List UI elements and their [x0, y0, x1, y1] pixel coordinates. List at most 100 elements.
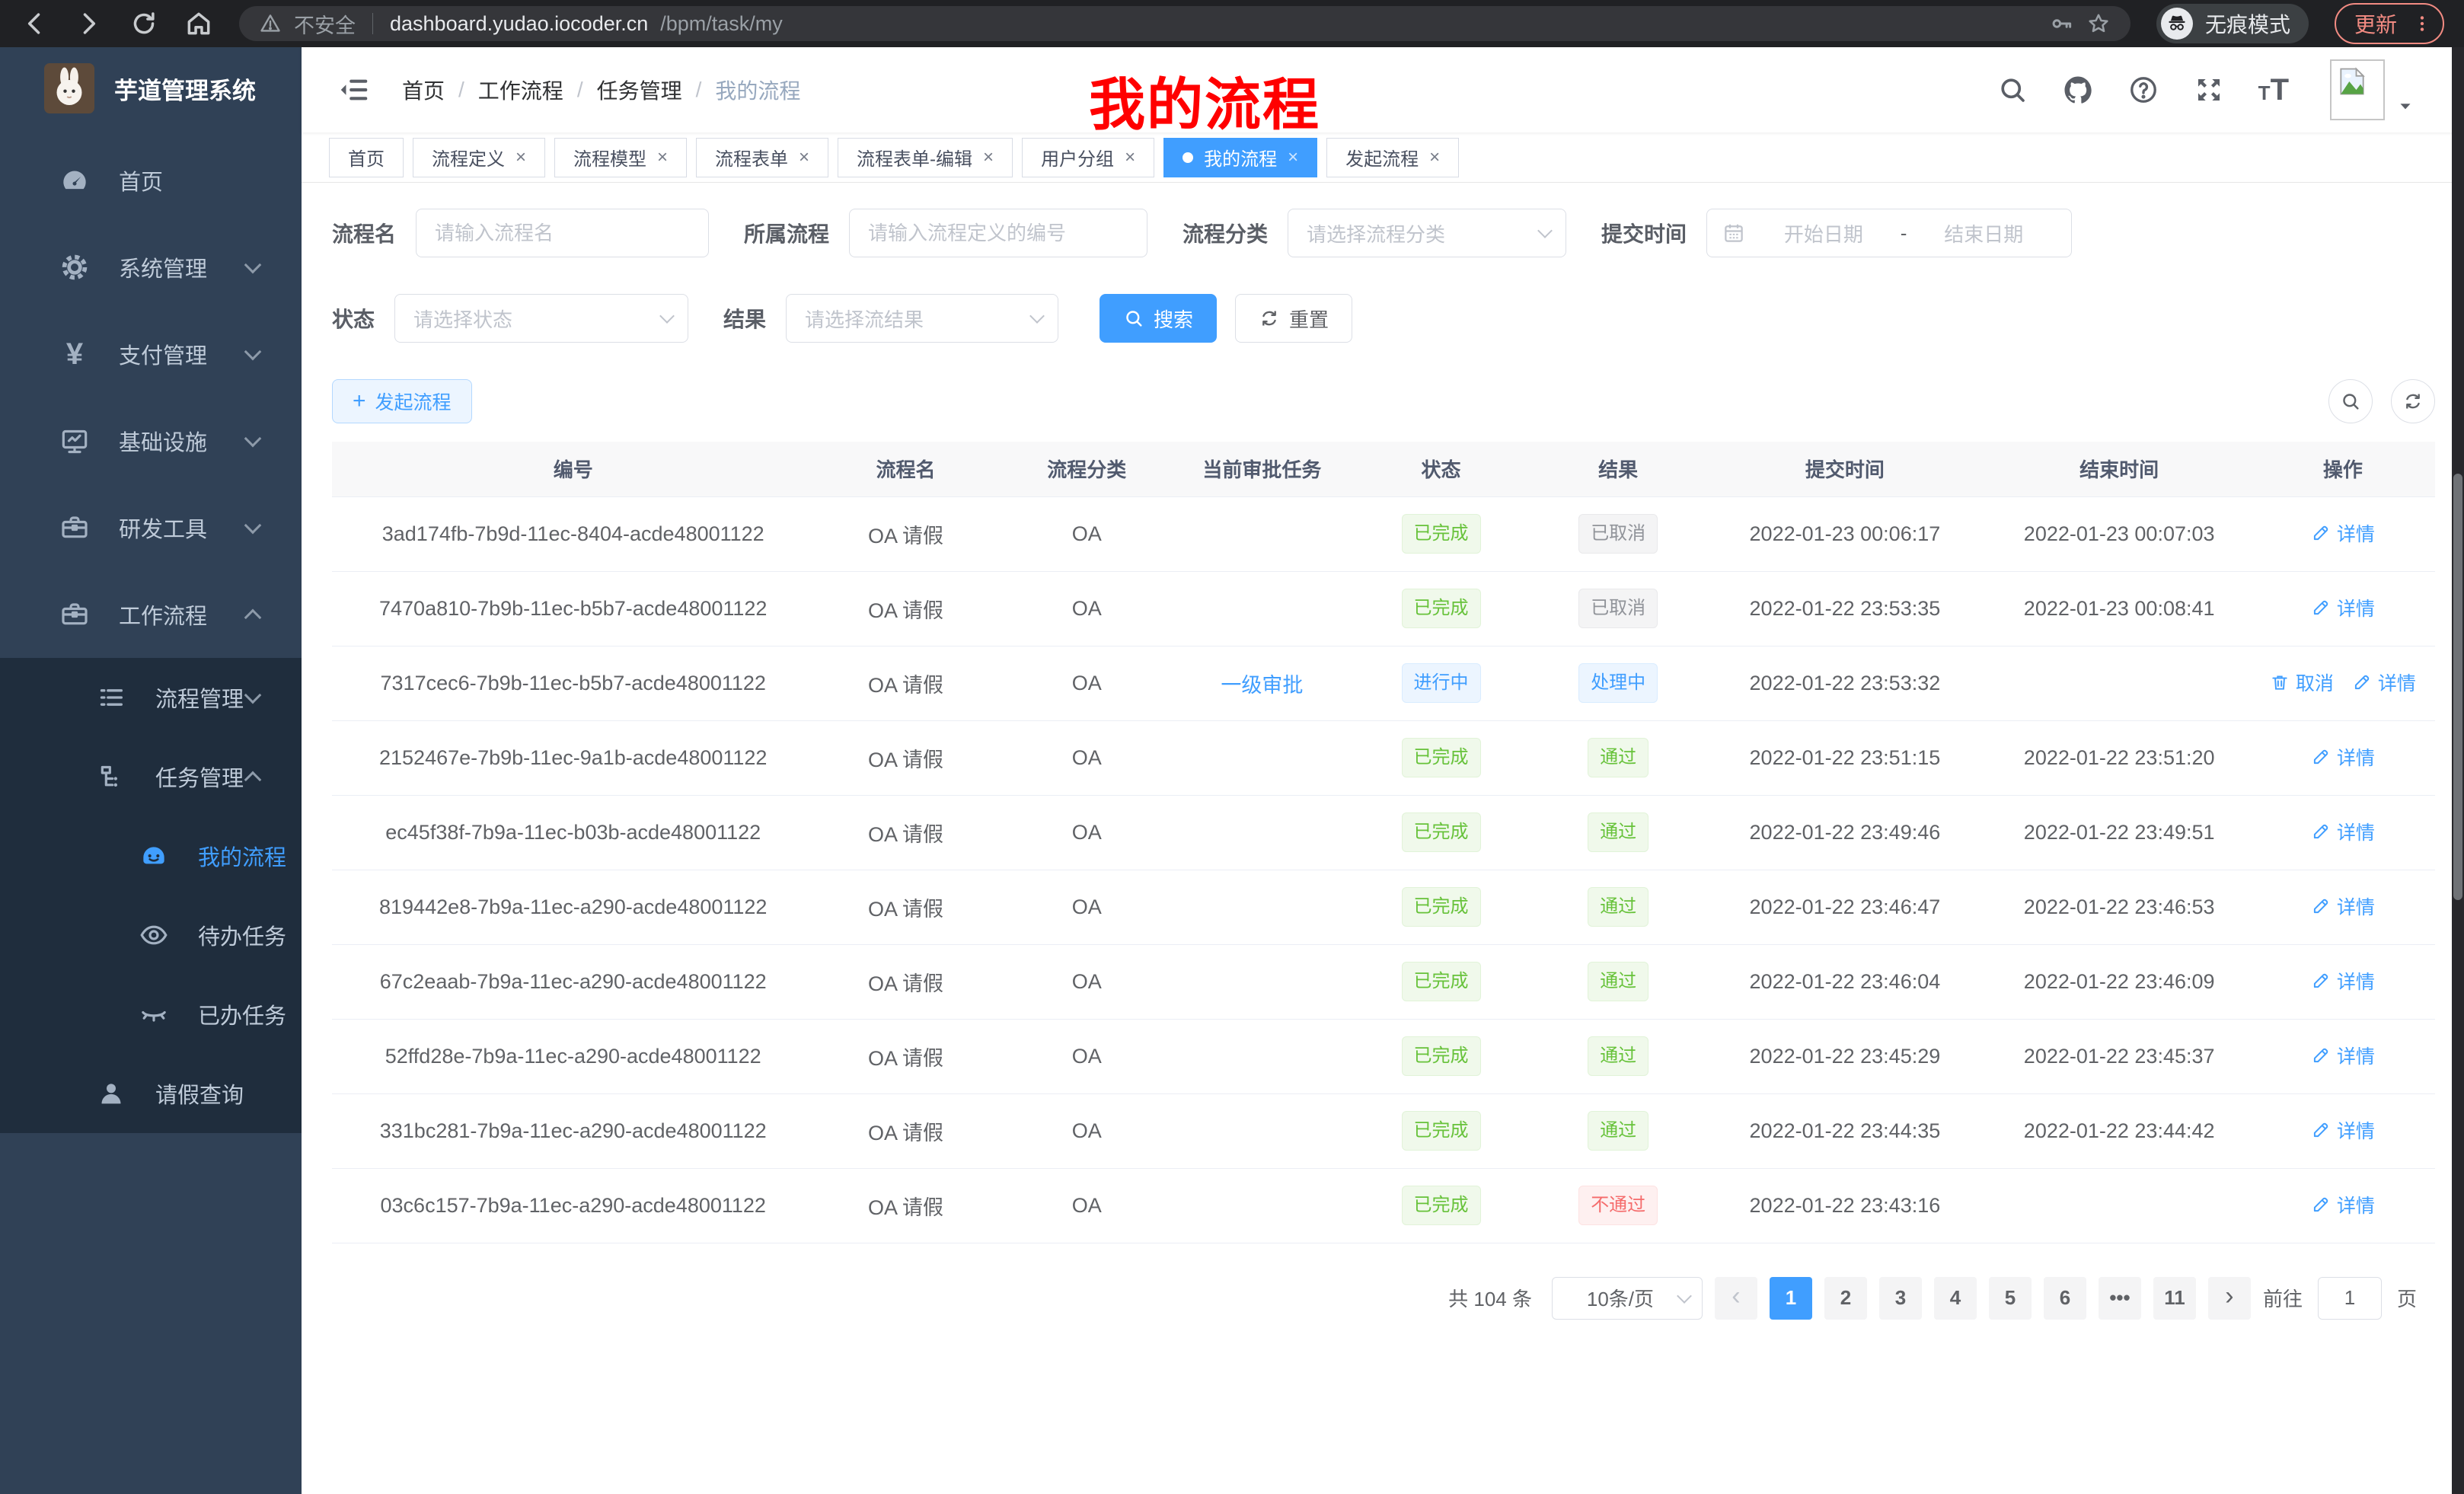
sidebar-item-5[interactable]: 工作流程 [0, 571, 302, 658]
sidebar-item-0[interactable]: 首页 [0, 137, 302, 224]
result-select[interactable]: 请选择流结果 [786, 294, 1058, 343]
scrollbar-thumb[interactable] [2453, 474, 2462, 900]
page-button-1[interactable]: 1 [1770, 1277, 1812, 1320]
status-select[interactable]: 请选择状态 [394, 294, 688, 343]
show-search-button[interactable] [2328, 379, 2373, 423]
cancel-link[interactable]: 取消 [2270, 669, 2334, 696]
tab-2[interactable]: 流程模型 × [554, 138, 687, 177]
detail-link[interactable]: 详情 [2311, 818, 2375, 845]
tab-0[interactable]: 首页 [329, 138, 404, 177]
github-icon[interactable] [2062, 74, 2094, 106]
detail-link[interactable]: 详情 [2311, 1042, 2375, 1069]
detail-link[interactable]: 详情 [2311, 1116, 2375, 1144]
cell-status: 已完成 [1348, 720, 1534, 795]
process-definition-input[interactable] [849, 209, 1147, 257]
avatar[interactable] [2330, 59, 2385, 120]
page-button-4[interactable]: 4 [1934, 1277, 1977, 1320]
font-size-icon[interactable]: TT [2258, 73, 2289, 107]
tab-bar: 首页 流程定义 × 流程模型 × 流程表单 × 流程表单-编辑 × 用户分组 ×… [302, 132, 2464, 183]
sidebar-item-4[interactable]: 研发工具 [0, 484, 302, 571]
detail-link[interactable]: 详情 [2311, 519, 2375, 547]
user-menu[interactable] [2330, 59, 2415, 120]
pagination: 共 104 条 10条/页 ‹ 123456•••11 › 前往 页 [332, 1277, 2417, 1320]
tab-4[interactable]: 流程表单-编辑 × [838, 138, 1013, 177]
close-icon[interactable]: × [1125, 147, 1135, 168]
menu-dots-icon[interactable] [2412, 11, 2432, 37]
edit-icon [2311, 1195, 2331, 1215]
fullscreen-icon[interactable] [2193, 74, 2225, 106]
detail-link[interactable]: 详情 [2352, 669, 2416, 696]
tab-5[interactable]: 用户分组 × [1022, 138, 1154, 177]
monitor-icon [58, 426, 91, 456]
breadcrumb-item-3: 我的流程 [715, 75, 800, 105]
category-placeholder: 请选择流程分类 [1307, 219, 1540, 247]
breadcrumb-item-1[interactable]: 工作流程 [478, 75, 563, 105]
submit-time-range-picker[interactable]: 开始日期 - 结束日期 [1706, 209, 2072, 257]
sidebar-item-2[interactable]: ¥ 支付管理 [0, 311, 302, 397]
address-bar[interactable]: 不安全 dashboard.yudao.iocoder.cn/bpm/task/… [239, 6, 2130, 41]
tab-3[interactable]: 流程表单 × [696, 138, 828, 177]
collapse-sidebar-icon[interactable] [337, 72, 372, 107]
forward-icon[interactable] [75, 9, 104, 38]
sidebar-item-10[interactable]: 已办任务 [0, 975, 302, 1054]
detail-link[interactable]: 详情 [2311, 1191, 2375, 1218]
sidebar-item-11[interactable]: 请假查询 [0, 1054, 302, 1133]
sidebar-item-9[interactable]: 待办任务 [0, 895, 302, 975]
refresh-table-button[interactable] [2391, 379, 2435, 423]
detail-link[interactable]: 详情 [2311, 743, 2375, 771]
home-icon[interactable] [184, 9, 213, 38]
search-icon[interactable] [1996, 74, 2028, 106]
page-button-11[interactable]: 11 [2153, 1277, 2196, 1320]
page-size-select[interactable]: 10条/页 [1552, 1277, 1703, 1320]
sidebar-item-1[interactable]: 系统管理 [0, 224, 302, 311]
page-button-3[interactable]: 3 [1879, 1277, 1922, 1320]
cell-category: OA [997, 496, 1176, 571]
sidebar-item-3[interactable]: 基础设施 [0, 397, 302, 484]
current-task-link[interactable]: 一级审批 [1221, 674, 1303, 697]
page-button-5[interactable]: 5 [1989, 1277, 2032, 1320]
search-button[interactable]: 搜索 [1100, 294, 1217, 343]
breadcrumb-item-2[interactable]: 任务管理 [597, 75, 682, 105]
incognito-icon [2161, 8, 2193, 40]
close-icon[interactable]: × [1429, 147, 1440, 168]
status-badge: 已完成 [1402, 1186, 1481, 1224]
tab-6[interactable]: 我的流程 × [1163, 138, 1317, 177]
detail-link[interactable]: 详情 [2311, 967, 2375, 994]
sidebar-item-7[interactable]: 任务管理 [0, 737, 302, 816]
cell-current-task [1176, 870, 1348, 944]
star-icon[interactable] [2086, 11, 2111, 36]
more-pages-button[interactable]: ••• [2099, 1277, 2141, 1320]
help-icon[interactable] [2127, 74, 2159, 106]
app-logo-row[interactable]: 芋道管理系统 [0, 47, 302, 129]
tab-7[interactable]: 发起流程 × [1326, 138, 1459, 177]
detail-link[interactable]: 详情 [2311, 892, 2375, 920]
key-icon[interactable] [2050, 11, 2074, 36]
close-icon[interactable]: × [799, 147, 809, 168]
goto-page-input[interactable] [2318, 1277, 2382, 1320]
tab-1[interactable]: 流程定义 × [413, 138, 545, 177]
sidebar-item-8[interactable]: 我的流程 [0, 816, 302, 895]
create-process-button[interactable]: + 发起流程 [332, 379, 472, 423]
cell-current-task [1176, 1093, 1348, 1168]
close-icon[interactable]: × [1288, 147, 1298, 168]
sidebar-item-label: 请假查询 [155, 1077, 244, 1109]
chevron-down-icon [244, 517, 262, 535]
page-button-6[interactable]: 6 [2044, 1277, 2086, 1320]
scrollbar[interactable] [2452, 47, 2464, 1494]
refresh-icon[interactable] [129, 9, 158, 38]
back-icon[interactable] [20, 9, 49, 38]
update-button[interactable]: 更新 [2335, 3, 2444, 44]
close-icon[interactable]: × [515, 147, 526, 168]
page-button-2[interactable]: 2 [1824, 1277, 1867, 1320]
sidebar-item-6[interactable]: 流程管理 [0, 658, 302, 737]
category-select[interactable]: 请选择流程分类 [1288, 209, 1566, 257]
prev-page-button[interactable]: ‹ [1715, 1277, 1757, 1320]
process-name-input[interactable] [416, 209, 709, 257]
close-icon[interactable]: × [983, 147, 994, 168]
close-icon[interactable]: × [657, 147, 668, 168]
tab-label: 首页 [348, 144, 385, 171]
detail-link[interactable]: 详情 [2311, 594, 2375, 621]
next-page-button[interactable]: › [2208, 1277, 2251, 1320]
reset-button[interactable]: 重置 [1235, 294, 1352, 343]
breadcrumb-item-0[interactable]: 首页 [402, 75, 445, 105]
